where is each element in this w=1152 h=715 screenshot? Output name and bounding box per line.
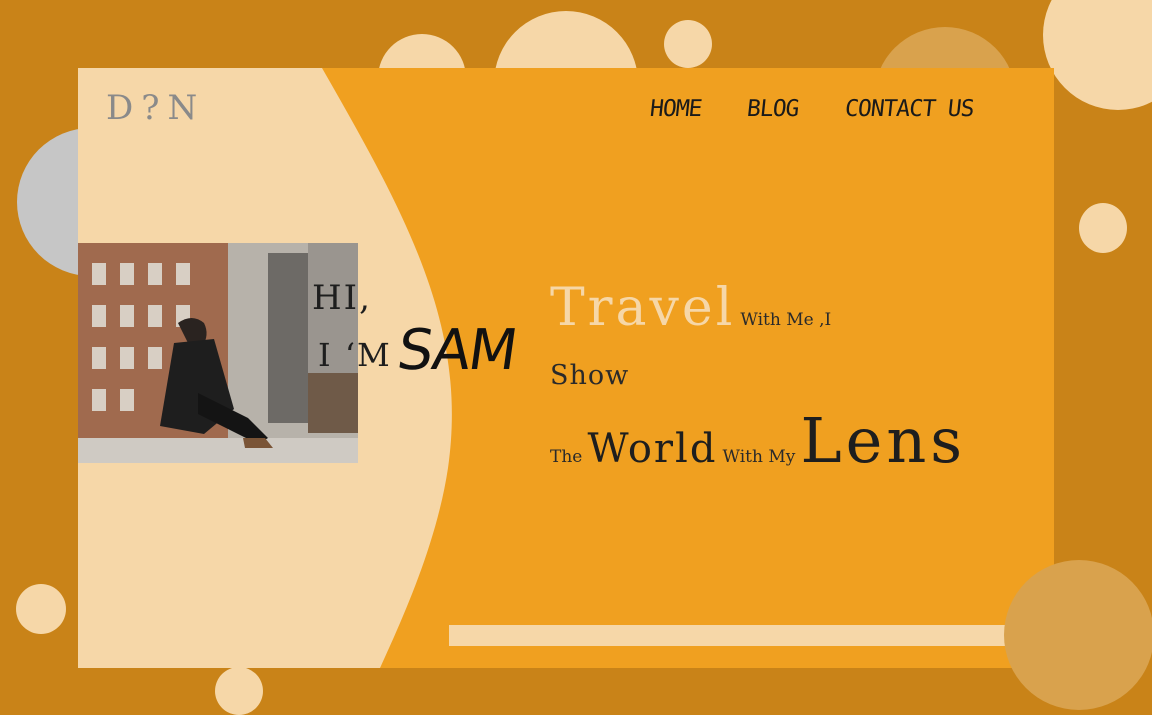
tagline-the: The [550, 447, 583, 467]
bg-bubble [1043, 0, 1152, 110]
hero-name: SAM [393, 318, 520, 383]
bg-bubble [1004, 560, 1152, 710]
nav-contact-link[interactable]: CONTACT US [843, 96, 974, 122]
tagline-lens: Lens [800, 404, 967, 477]
tagline-line3: The World With My Lens [550, 404, 966, 477]
tagline-line1: Travel With Me ,I [550, 278, 831, 338]
greeting-im: I ‘M [318, 336, 392, 374]
bg-bubble [1079, 203, 1127, 253]
tagline-travel: Travel [550, 278, 736, 338]
hero-card: D?N HOME BLOG CONTACT US HI, I ‘M SAM Tr… [78, 68, 1054, 668]
hero-photo [78, 243, 358, 463]
bg-bubble [215, 667, 263, 715]
brand-logo[interactable]: D?N [106, 88, 205, 128]
greeting-hi: HI, [312, 278, 372, 318]
bg-bubble [664, 20, 712, 68]
nav-home-link[interactable]: HOME [649, 96, 703, 122]
tagline-show: Show [550, 360, 630, 391]
decorative-bar [449, 625, 1040, 646]
tagline-with-my: With My [722, 447, 796, 467]
tagline-line2: Show [550, 360, 629, 391]
nav-blog-link[interactable]: BLOG [746, 96, 800, 122]
bg-bubble [16, 584, 66, 634]
tagline-with-me: With Me ,I [740, 310, 832, 330]
tagline-world: World [587, 426, 718, 472]
main-nav: HOME BLOG CONTACT US [649, 96, 975, 122]
